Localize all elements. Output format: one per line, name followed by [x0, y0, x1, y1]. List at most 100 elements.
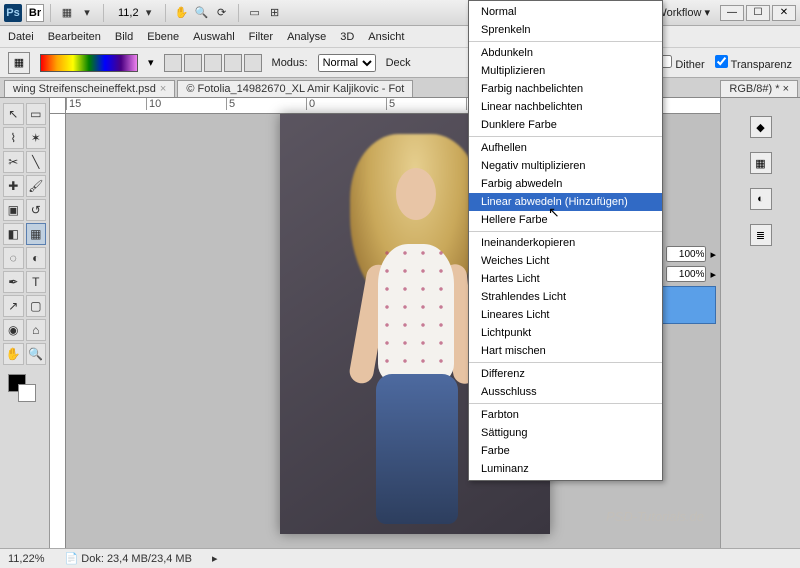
- background-color[interactable]: [18, 384, 36, 402]
- tab-document-info[interactable]: RGB/8#) * ×: [720, 80, 798, 97]
- gradient-tool-icon[interactable]: ▦: [8, 52, 30, 74]
- blend-item[interactable]: Strahlendes Licht: [469, 288, 662, 306]
- arrange-icon[interactable]: ⊞: [265, 4, 285, 22]
- blend-item[interactable]: Ausschluss: [469, 383, 662, 401]
- gradient-picker-icon[interactable]: ▾: [148, 56, 154, 69]
- dither-checkbox[interactable]: Dither: [659, 55, 704, 71]
- menu-filter[interactable]: Filter: [249, 31, 273, 43]
- blend-item[interactable]: Hart mischen: [469, 342, 662, 360]
- status-dok[interactable]: 📄 Dok: 23,4 MB/23,4 MB: [65, 552, 192, 565]
- close-icon[interactable]: ×: [160, 83, 166, 95]
- move-tool[interactable]: ↖: [3, 103, 24, 125]
- swatches-panel-icon[interactable]: ▦: [750, 152, 772, 174]
- film-icon[interactable]: ▦: [57, 4, 77, 22]
- crop-tool[interactable]: ✂: [3, 151, 24, 173]
- ruler-vertical[interactable]: [50, 114, 66, 548]
- history-brush-tool[interactable]: ↺: [26, 199, 47, 221]
- blend-item[interactable]: Weiches Licht: [469, 252, 662, 270]
- blend-item[interactable]: Farbig abwedeln: [469, 175, 662, 193]
- blend-item[interactable]: Differenz: [469, 365, 662, 383]
- marquee-tool[interactable]: ▭: [26, 103, 47, 125]
- opacity-field[interactable]: [666, 246, 706, 262]
- brush-tool[interactable]: 🖌: [26, 175, 47, 197]
- fill-field[interactable]: [666, 266, 706, 282]
- blend-item[interactable]: Sättigung: [469, 424, 662, 442]
- layers-panel-icon[interactable]: ≣: [750, 224, 772, 246]
- modus-select[interactable]: Normal: [318, 54, 376, 72]
- blend-item[interactable]: Farbe: [469, 442, 662, 460]
- menu-3d[interactable]: 3D: [340, 31, 354, 43]
- eraser-tool[interactable]: ◧: [3, 223, 24, 245]
- menu-analyse[interactable]: Analyse: [287, 31, 326, 43]
- blend-item[interactable]: Linear nachbelichten: [469, 98, 662, 116]
- blend-item[interactable]: Lineares Licht: [469, 306, 662, 324]
- chevron-down-icon[interactable]: ▾: [139, 4, 159, 22]
- shape-tool[interactable]: ▢: [26, 295, 47, 317]
- menu-ebene[interactable]: Ebene: [147, 31, 179, 43]
- blend-item[interactable]: Lichtpunkt: [469, 324, 662, 342]
- color-panel-icon[interactable]: ◆: [750, 116, 772, 138]
- bridge-icon[interactable]: Br: [26, 4, 44, 22]
- ruler-origin[interactable]: [50, 98, 66, 114]
- zoom-field[interactable]: 11,2: [118, 7, 139, 19]
- dropdown-icon[interactable]: ▾: [77, 4, 97, 22]
- blend-item[interactable]: Hartes Licht: [469, 270, 662, 288]
- fill-flyout-icon[interactable]: ▸: [710, 268, 716, 281]
- path-select-tool[interactable]: ↗: [3, 295, 24, 317]
- gradient-radial[interactable]: [184, 54, 202, 72]
- gradient-diamond[interactable]: [244, 54, 262, 72]
- menu-bearbeiten[interactable]: Bearbeiten: [48, 31, 101, 43]
- type-tool[interactable]: T: [26, 271, 47, 293]
- gradient-tool[interactable]: ▦: [26, 223, 47, 245]
- gradient-preview[interactable]: [40, 54, 138, 72]
- blend-item[interactable]: Abdunkeln: [469, 44, 662, 62]
- hand-icon[interactable]: ✋: [172, 4, 192, 22]
- gradient-linear[interactable]: [164, 54, 182, 72]
- eyedropper-tool[interactable]: ╲: [26, 151, 47, 173]
- opacity-flyout-icon[interactable]: ▸: [710, 248, 716, 261]
- menu-ansicht[interactable]: Ansicht: [368, 31, 404, 43]
- camera-tool[interactable]: ⌂: [26, 319, 47, 341]
- adjustments-panel-icon[interactable]: ◐: [750, 188, 772, 210]
- minimize-button[interactable]: —: [720, 5, 744, 21]
- gradient-reflected[interactable]: [224, 54, 242, 72]
- blend-item[interactable]: Negativ multiplizieren: [469, 157, 662, 175]
- blur-tool[interactable]: ◌: [3, 247, 24, 269]
- blend-item[interactable]: Ineinanderkopieren: [469, 234, 662, 252]
- blend-item[interactable]: Farbton: [469, 406, 662, 424]
- menu-auswahl[interactable]: Auswahl: [193, 31, 235, 43]
- pen-tool[interactable]: ✒: [3, 271, 24, 293]
- dodge-tool[interactable]: ◐: [26, 247, 47, 269]
- status-flyout-icon[interactable]: ▸: [212, 552, 218, 565]
- color-swatches[interactable]: [2, 372, 47, 406]
- rotate-icon[interactable]: ⟳: [212, 4, 232, 22]
- menu-datei[interactable]: Datei: [8, 31, 34, 43]
- hand-tool[interactable]: ✋: [3, 343, 24, 365]
- stamp-tool[interactable]: ▣: [3, 199, 24, 221]
- blend-item-highlighted[interactable]: Linear abwedeln (Hinzufügen): [469, 193, 662, 211]
- maximize-button[interactable]: ☐: [746, 5, 770, 21]
- gradient-angle[interactable]: [204, 54, 222, 72]
- screen-mode-icon[interactable]: ▭: [245, 4, 265, 22]
- blend-item[interactable]: Sprenkeln: [469, 21, 662, 39]
- blend-item[interactable]: Luminanz: [469, 460, 662, 478]
- zoom-tool[interactable]: 🔍: [26, 343, 47, 365]
- tab-document-1[interactable]: wing Streifenscheineffekt.psd×: [4, 80, 175, 97]
- blend-item[interactable]: Farbig nachbelichten: [469, 80, 662, 98]
- blend-item[interactable]: Aufhellen: [469, 139, 662, 157]
- wand-tool[interactable]: ✶: [26, 127, 47, 149]
- close-button[interactable]: ✕: [772, 5, 796, 21]
- lasso-tool[interactable]: ⌇: [3, 127, 24, 149]
- blend-item[interactable]: Normal: [469, 3, 662, 21]
- blend-item[interactable]: Dunklere Farbe: [469, 116, 662, 134]
- menu-bild[interactable]: Bild: [115, 31, 133, 43]
- tab-document-2[interactable]: © Fotolia_14982670_XL Amir Kaljikovic - …: [177, 80, 413, 97]
- status-zoom[interactable]: 11,22%: [8, 553, 45, 565]
- 3d-tool[interactable]: ◉: [3, 319, 24, 341]
- heal-tool[interactable]: ✚: [3, 175, 24, 197]
- blend-item[interactable]: Hellere Farbe: [469, 211, 662, 229]
- transparenz-checkbox[interactable]: Transparenz: [715, 55, 792, 71]
- blend-item[interactable]: Multiplizieren: [469, 62, 662, 80]
- photoshop-icon[interactable]: Ps: [4, 4, 22, 22]
- zoom-icon[interactable]: 🔍: [192, 4, 212, 22]
